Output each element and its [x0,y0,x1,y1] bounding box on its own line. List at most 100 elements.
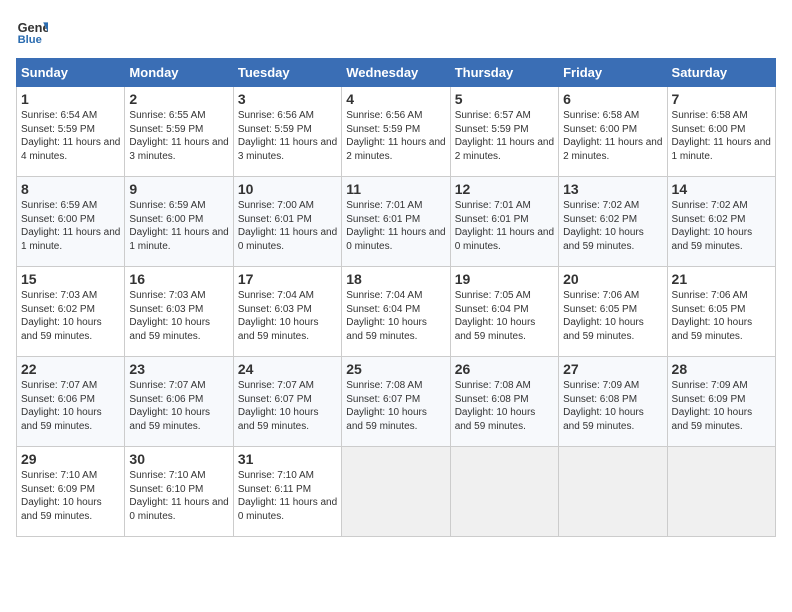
header-row: SundayMondayTuesdayWednesdayThursdayFrid… [17,59,776,87]
day-number: 17 [238,271,337,287]
calendar-table: SundayMondayTuesdayWednesdayThursdayFrid… [16,58,776,537]
day-info: Sunrise: 6:57 AMSunset: 5:59 PMDaylight:… [455,109,554,163]
col-header-saturday: Saturday [667,59,775,87]
calendar-cell: 10Sunrise: 7:00 AMSunset: 6:01 PMDayligh… [233,177,341,267]
day-info: Sunrise: 7:06 AMSunset: 6:05 PMDaylight:… [672,289,771,343]
calendar-cell: 19 Sunrise: 7:05 AMSunset: 6:04 PMDayligh… [450,267,558,357]
calendar-cell: 12Sunrise: 7:01 AMSunset: 6:01 PMDayligh… [450,177,558,267]
day-info: Sunrise: 7:04 AMSunset: 6:03 PMDaylight:… [238,289,337,343]
day-info: Sunrise: 7:08 AMSunset: 6:08 PMDaylight:… [455,379,554,433]
calendar-cell: 5 Sunrise: 6:57 AMSunset: 5:59 PMDaylight… [450,87,558,177]
calendar-cell: 24Sunrise: 7:07 AMSunset: 6:07 PMDayligh… [233,357,341,447]
day-info: Sunrise: 7:10 AMSunset: 6:10 PMDaylight:… [129,469,228,523]
calendar-cell: 28Sunrise: 7:09 AMSunset: 6:09 PMDayligh… [667,357,775,447]
calendar-cell: 23 Sunrise: 7:07 AMSunset: 6:06 PMDayligh… [125,357,233,447]
day-number: 29 [21,451,120,467]
calendar-cell: 20Sunrise: 7:06 AMSunset: 6:05 PMDayligh… [559,267,667,357]
calendar-cell: 14 Sunrise: 7:02 AMSunset: 6:02 PMDayligh… [667,177,775,267]
day-info: Sunrise: 6:58 AMSunset: 6:00 PMDaylight:… [563,109,662,163]
day-info: Sunrise: 7:07 AMSunset: 6:06 PMDaylight:… [129,379,228,433]
day-number: 15 [21,271,120,287]
calendar-week-3: 15 Sunrise: 7:03 AMSunset: 6:02 PMDayligh… [17,267,776,357]
day-info: Sunrise: 6:59 AMSunset: 6:00 PMDaylight:… [21,199,120,253]
day-number: 20 [563,271,662,287]
day-number: 14 [672,181,771,197]
day-info: Sunrise: 7:07 AMSunset: 6:06 PMDaylight:… [21,379,120,433]
calendar-cell: 30 Sunrise: 7:10 AMSunset: 6:10 PMDayligh… [125,447,233,537]
col-header-wednesday: Wednesday [342,59,450,87]
day-number: 21 [672,271,771,287]
svg-text:Blue: Blue [18,34,42,46]
calendar-week-5: 29 Sunrise: 7:10 AMSunset: 6:09 PMDayligh… [17,447,776,537]
day-info: Sunrise: 6:59 AMSunset: 6:00 PMDaylight:… [129,199,228,253]
calendar-cell: 27 Sunrise: 7:09 AMSunset: 6:08 PMDayligh… [559,357,667,447]
day-number: 11 [346,181,445,197]
day-number: 6 [563,91,662,107]
day-info: Sunrise: 7:02 AMSunset: 6:02 PMDaylight:… [672,199,771,253]
calendar-week-2: 8 Sunrise: 6:59 AMSunset: 6:00 PMDaylight… [17,177,776,267]
calendar-cell: 2 Sunrise: 6:55 AMSunset: 5:59 PMDaylight… [125,87,233,177]
day-number: 30 [129,451,228,467]
day-number: 4 [346,91,445,107]
day-number: 19 [455,271,554,287]
day-info: Sunrise: 7:10 AMSunset: 6:09 PMDaylight:… [21,469,120,523]
calendar-cell: 6 Sunrise: 6:58 AMSunset: 6:00 PMDaylight… [559,87,667,177]
calendar-cell: 26 Sunrise: 7:08 AMSunset: 6:08 PMDayligh… [450,357,558,447]
day-info: Sunrise: 6:55 AMSunset: 5:59 PMDaylight:… [129,109,228,163]
calendar-cell: 15 Sunrise: 7:03 AMSunset: 6:02 PMDayligh… [17,267,125,357]
day-number: 3 [238,91,337,107]
calendar-cell: 13 Sunrise: 7:02 AMSunset: 6:02 PMDayligh… [559,177,667,267]
day-number: 7 [672,91,771,107]
day-number: 24 [238,361,337,377]
day-number: 8 [21,181,120,197]
calendar-cell: 11Sunrise: 7:01 AMSunset: 6:01 PMDayligh… [342,177,450,267]
day-number: 31 [238,451,337,467]
day-info: Sunrise: 7:02 AMSunset: 6:02 PMDaylight:… [563,199,662,253]
day-info: Sunrise: 7:08 AMSunset: 6:07 PMDaylight:… [346,379,445,433]
day-number: 18 [346,271,445,287]
day-number: 27 [563,361,662,377]
day-number: 13 [563,181,662,197]
calendar-cell: 17 Sunrise: 7:04 AMSunset: 6:03 PMDayligh… [233,267,341,357]
day-number: 2 [129,91,228,107]
calendar-cell: 1 Sunrise: 6:54 AMSunset: 5:59 PMDaylight… [17,87,125,177]
day-info: Sunrise: 6:56 AMSunset: 5:59 PMDaylight:… [238,109,337,163]
logo-icon: General Blue [16,16,48,48]
day-info: Sunrise: 6:54 AMSunset: 5:59 PMDaylight:… [21,109,120,163]
calendar-cell: 18 Sunrise: 7:04 AMSunset: 6:04 PMDayligh… [342,267,450,357]
day-info: Sunrise: 7:04 AMSunset: 6:04 PMDaylight:… [346,289,445,343]
calendar-cell [559,447,667,537]
day-number: 5 [455,91,554,107]
day-number: 1 [21,91,120,107]
day-number: 9 [129,181,228,197]
day-info: Sunrise: 7:03 AMSunset: 6:03 PMDaylight:… [129,289,228,343]
day-info: Sunrise: 7:01 AMSunset: 6:01 PMDaylight:… [455,199,554,253]
header: General Blue [16,16,776,48]
day-number: 26 [455,361,554,377]
calendar-cell: 8 Sunrise: 6:59 AMSunset: 6:00 PMDaylight… [17,177,125,267]
day-number: 22 [21,361,120,377]
calendar-cell [342,447,450,537]
day-info: Sunrise: 7:03 AMSunset: 6:02 PMDaylight:… [21,289,120,343]
logo: General Blue [16,16,48,48]
calendar-cell [667,447,775,537]
day-info: Sunrise: 7:05 AMSunset: 6:04 PMDaylight:… [455,289,554,343]
calendar-cell: 9 Sunrise: 6:59 AMSunset: 6:00 PMDaylight… [125,177,233,267]
col-header-sunday: Sunday [17,59,125,87]
svg-text:General: General [18,20,48,35]
col-header-friday: Friday [559,59,667,87]
day-number: 25 [346,361,445,377]
day-info: Sunrise: 7:09 AMSunset: 6:08 PMDaylight:… [563,379,662,433]
calendar-cell: 29 Sunrise: 7:10 AMSunset: 6:09 PMDayligh… [17,447,125,537]
day-number: 23 [129,361,228,377]
calendar-cell: 16Sunrise: 7:03 AMSunset: 6:03 PMDayligh… [125,267,233,357]
calendar-cell: 21 Sunrise: 7:06 AMSunset: 6:05 PMDayligh… [667,267,775,357]
calendar-cell: 3 Sunrise: 6:56 AMSunset: 5:59 PMDaylight… [233,87,341,177]
calendar-cell [450,447,558,537]
col-header-thursday: Thursday [450,59,558,87]
calendar-cell: 4Sunrise: 6:56 AMSunset: 5:59 PMDaylight… [342,87,450,177]
col-header-tuesday: Tuesday [233,59,341,87]
day-info: Sunrise: 7:09 AMSunset: 6:09 PMDaylight:… [672,379,771,433]
day-info: Sunrise: 7:00 AMSunset: 6:01 PMDaylight:… [238,199,337,253]
calendar-cell: 22 Sunrise: 7:07 AMSunset: 6:06 PMDayligh… [17,357,125,447]
